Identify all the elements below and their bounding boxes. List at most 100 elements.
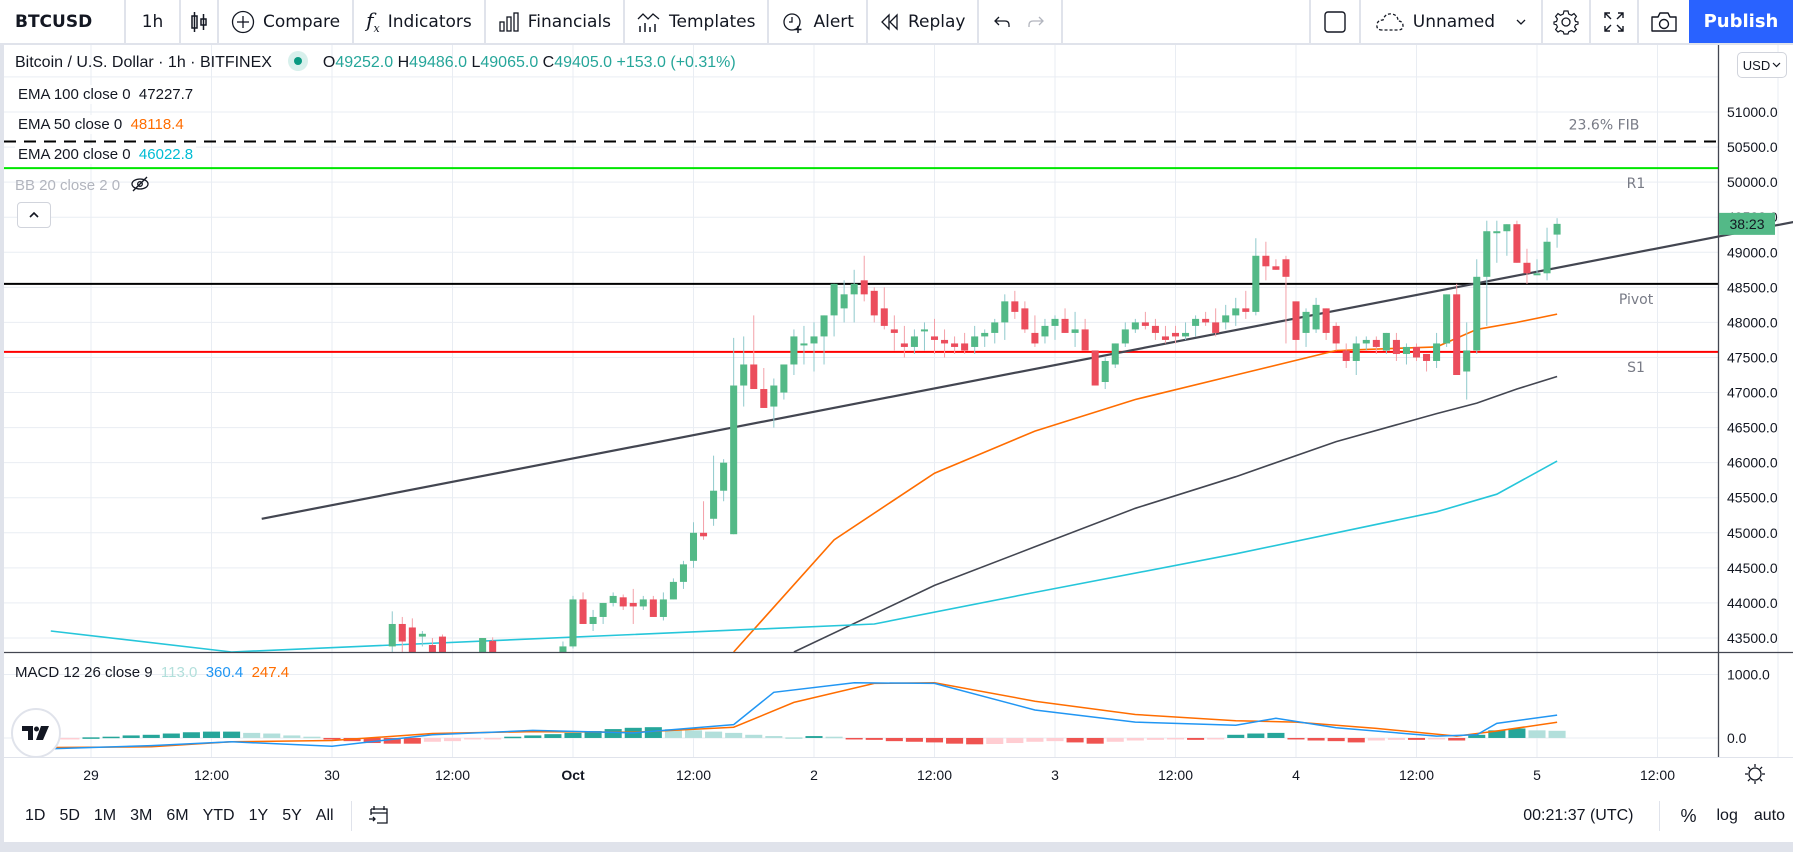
range-button-all[interactable]: All bbox=[309, 807, 341, 825]
candle-down bbox=[1212, 322, 1220, 333]
snapshot-button[interactable] bbox=[1639, 0, 1689, 43]
axis-settings-icon[interactable] bbox=[1745, 764, 1765, 784]
macd-histogram-bar bbox=[1046, 737, 1064, 742]
candle-up bbox=[1463, 350, 1471, 372]
macd-histogram-bar bbox=[1026, 737, 1044, 742]
time-tick-label: 12:00 bbox=[435, 767, 470, 783]
range-button-ytd[interactable]: YTD bbox=[196, 807, 242, 825]
indicator-label: BB 20 close 2 0 bbox=[15, 177, 121, 194]
candle-down bbox=[1423, 353, 1431, 361]
macd-tick-label: 1000.0 bbox=[1727, 667, 1770, 683]
range-button-1y[interactable]: 1Y bbox=[242, 807, 276, 825]
candle-up bbox=[388, 623, 396, 647]
compare-button[interactable]: Compare bbox=[219, 0, 355, 43]
candle-down bbox=[860, 280, 868, 295]
time-tick-label: Oct bbox=[561, 767, 585, 783]
indicator-legend-bb[interactable]: BB 20 close 2 0 bbox=[15, 175, 150, 194]
countdown-label: 38:23 bbox=[1729, 216, 1764, 232]
chart-container[interactable]: 23.6% FIB R1 Pivot S1 51000.0 50500.0 50000.0… bbox=[4, 45, 1793, 790]
candle-up bbox=[1232, 308, 1240, 316]
interval-label: 1h bbox=[141, 11, 164, 32]
candle-up bbox=[639, 599, 647, 607]
candle-down bbox=[760, 389, 768, 408]
collapse-legend-button[interactable] bbox=[17, 202, 51, 228]
macd-histogram-bar bbox=[905, 737, 923, 742]
candle-up bbox=[1071, 329, 1079, 333]
redo-button[interactable] bbox=[1019, 0, 1064, 43]
trendline-segment[interactable] bbox=[261, 217, 1793, 520]
candle-down bbox=[1151, 325, 1159, 333]
auto-toggle[interactable]: auto bbox=[1748, 807, 1793, 825]
tradingview-logo[interactable] bbox=[11, 708, 61, 758]
indicator-legend-ema100[interactable]: EMA 100 close 0 47227.7 bbox=[15, 85, 197, 104]
price-tick-label: 46000.0 bbox=[1727, 455, 1778, 471]
currency-select[interactable]: USD bbox=[1737, 52, 1787, 78]
time-tick-label: 12:00 bbox=[1640, 767, 1675, 783]
candle-up bbox=[1131, 322, 1139, 330]
interval-button[interactable]: 1h bbox=[126, 0, 181, 43]
fx-icon: fx bbox=[366, 8, 380, 35]
symbol-search-button[interactable]: BTCUSD bbox=[0, 0, 126, 43]
save-layout-button[interactable]: Unnamed bbox=[1361, 0, 1543, 43]
candle-down bbox=[880, 308, 888, 326]
macd-histogram-bar bbox=[604, 729, 622, 738]
high-value: 49486.0 bbox=[409, 54, 468, 71]
range-button-1d[interactable]: 1D bbox=[18, 807, 52, 825]
candle-up bbox=[740, 364, 748, 386]
macd-histogram-bar bbox=[1267, 732, 1285, 738]
indicator-label: EMA 50 close 0 bbox=[18, 116, 123, 133]
macd-histogram-bar bbox=[986, 737, 1004, 744]
log-toggle[interactable]: log bbox=[1707, 807, 1748, 825]
time-tick-label: 4 bbox=[1292, 767, 1300, 783]
range-button-3m[interactable]: 3M bbox=[123, 807, 159, 825]
macd-histogram-bar bbox=[283, 735, 301, 738]
range-button-5y[interactable]: 5Y bbox=[275, 807, 309, 825]
open-label: O bbox=[322, 54, 336, 71]
financials-button[interactable]: Financials bbox=[486, 0, 626, 43]
macd-histogram-bar bbox=[1508, 728, 1526, 738]
sun-circle bbox=[1748, 767, 1762, 781]
macd-legend[interactable]: MACD 12 26 close 9 113.0 360.4 247.4 bbox=[15, 664, 289, 681]
chart-type-button[interactable] bbox=[181, 0, 219, 43]
trendline[interactable] bbox=[261, 217, 1793, 520]
clock-timezone-button[interactable]: 00:21:37 (UTC) bbox=[1523, 807, 1649, 825]
indicator-legend-ema50[interactable]: EMA 50 close 0 48118.4 bbox=[15, 115, 187, 134]
macd-histogram-bar bbox=[62, 737, 80, 740]
candle-up bbox=[840, 294, 848, 309]
macd-histogram-bar bbox=[1126, 737, 1144, 741]
macd-line-value: 360.4 bbox=[205, 664, 244, 681]
indicator-legend-ema200[interactable]: EMA 200 close 0 46022.8 bbox=[15, 145, 197, 164]
eye-hidden-icon[interactable] bbox=[130, 175, 150, 193]
goto-date-button[interactable] bbox=[362, 803, 396, 830]
fullscreen-button[interactable] bbox=[1591, 0, 1639, 43]
publish-button[interactable]: Publish bbox=[1689, 0, 1793, 43]
indicators-button[interactable]: fx Indicators bbox=[354, 0, 486, 43]
templates-button[interactable]: Templates bbox=[625, 0, 770, 43]
range-button-6m[interactable]: 6M bbox=[159, 807, 195, 825]
time-tick-label: 29 bbox=[83, 767, 99, 783]
macd-histogram-bar bbox=[403, 737, 421, 744]
settings-button[interactable] bbox=[1543, 0, 1591, 43]
replay-button[interactable]: Replay bbox=[868, 0, 980, 43]
macd-histogram-bar bbox=[765, 736, 783, 738]
sun-ray bbox=[1747, 766, 1751, 770]
indicator-label: EMA 100 close 0 bbox=[18, 86, 131, 103]
candle-up bbox=[850, 283, 858, 295]
layout-select-button[interactable] bbox=[1311, 0, 1361, 43]
candle-down bbox=[1202, 318, 1210, 323]
range-button-5d[interactable]: 5D bbox=[52, 807, 86, 825]
macd-histogram-bar bbox=[1327, 737, 1345, 742]
symbol-title: Bitcoin / U.S. Dollar · 1h · BITFINEX bbox=[15, 54, 272, 71]
candle-down bbox=[1392, 339, 1400, 354]
level-label: S1 bbox=[1627, 360, 1645, 376]
candle-down bbox=[900, 343, 908, 347]
percent-toggle[interactable]: % bbox=[1670, 806, 1706, 827]
candle-down bbox=[1242, 308, 1250, 312]
indicator-value: 46022.8 bbox=[138, 146, 194, 163]
templates-label: Templates bbox=[669, 11, 756, 32]
undo-button[interactable] bbox=[979, 0, 1019, 43]
macd-histogram-bar bbox=[464, 737, 482, 740]
time-tick-label: 5 bbox=[1533, 767, 1541, 783]
range-button-1m[interactable]: 1M bbox=[87, 807, 123, 825]
alert-button[interactable]: Alert bbox=[769, 0, 868, 43]
